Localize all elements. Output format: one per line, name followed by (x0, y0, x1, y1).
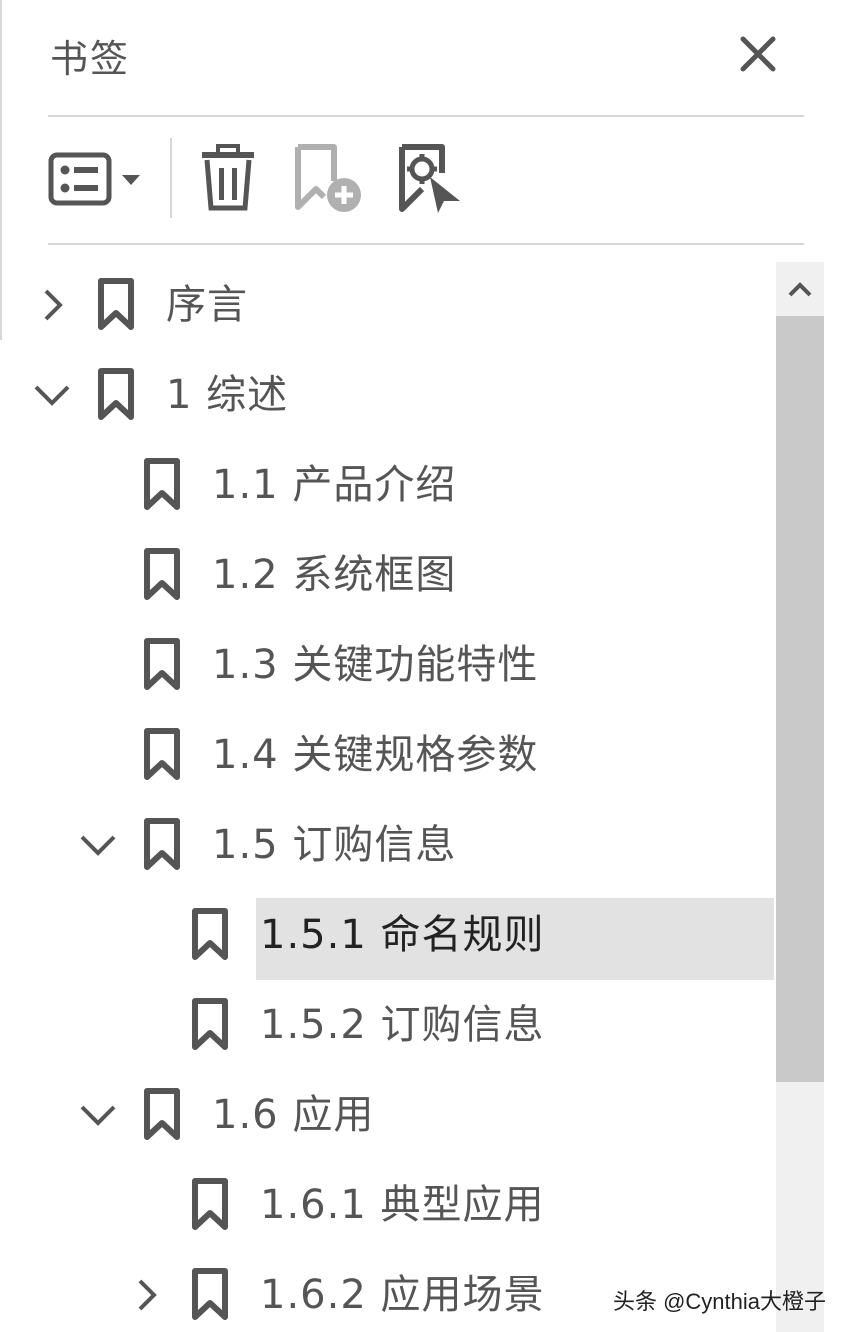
chevron-down-icon (80, 835, 116, 856)
expand-toggle[interactable] (32, 282, 72, 328)
header-divider (48, 115, 804, 117)
expand-toggle[interactable] (78, 822, 118, 868)
bookmark-label: 1 综述 (166, 372, 289, 418)
bookmark-item[interactable]: 1.4 关键规格参数 (0, 710, 776, 800)
close-button[interactable] (732, 30, 784, 78)
trash-icon (202, 144, 254, 211)
scroll-up-button[interactable] (776, 262, 824, 316)
expand-toggle[interactable] (32, 372, 72, 418)
bookmark-label: 1.3 关键功能特性 (212, 642, 539, 688)
toolbar-separator (170, 138, 172, 218)
bookmark-icon (98, 368, 134, 420)
bookmark-icon (144, 728, 180, 780)
bookmark-icon (144, 458, 180, 510)
bookmark-item[interactable]: 1.2 系统框图 (0, 530, 776, 620)
bookmark-item[interactable]: 1.6 应用 (0, 1070, 776, 1160)
scroll-thumb[interactable] (776, 316, 824, 1082)
delete-bookmark-button[interactable] (196, 143, 260, 213)
add-bookmark-icon (295, 144, 361, 212)
bookmark-item[interactable]: 1.5.2 订购信息 (0, 980, 776, 1070)
locate-bookmark-button[interactable] (396, 143, 466, 215)
bookmark-icon (192, 908, 228, 960)
bookmark-label: 1.6.1 典型应用 (260, 1182, 545, 1228)
bookmark-tree: 序言 1 综述 1.1 产品介绍 1.2 系统框图 1.3 关键功能特性 1.4… (0, 260, 776, 1332)
bookmark-item[interactable]: 1.6.1 典型应用 (0, 1160, 776, 1250)
chevron-right-icon (138, 1279, 157, 1311)
options-button[interactable] (46, 148, 146, 210)
bookmark-item[interactable]: 序言 (0, 260, 776, 350)
close-icon (740, 36, 776, 72)
bookmark-item[interactable]: 1 综述 (0, 350, 776, 440)
bookmark-icon (144, 1088, 180, 1140)
bookmark-label: 1.5.1 命名规则 (260, 912, 545, 958)
bookmark-label: 1.4 关键规格参数 (212, 732, 539, 778)
toolbar-divider (48, 243, 804, 245)
bookmark-label: 1.5 订购信息 (212, 822, 457, 868)
bookmark-label: 1.1 产品介绍 (212, 462, 457, 508)
panel-title: 书签 (50, 37, 131, 81)
bookmark-item[interactable]: 1.3 关键功能特性 (0, 620, 776, 710)
bookmark-icon (144, 548, 180, 600)
bookmark-label: 1.6 应用 (212, 1092, 375, 1138)
vertical-scrollbar[interactable] (776, 262, 824, 1332)
bookmarks-panel: 书签 序言 1 综述 1.1 产品介绍 1.2 系统框图 1.3 关键功能特性 … (0, 0, 846, 1332)
chevron-up-icon (788, 282, 812, 297)
chevron-right-icon (44, 289, 63, 321)
bookmark-icon (192, 1178, 228, 1230)
list-options-icon (48, 152, 140, 206)
bookmark-icon (144, 818, 180, 870)
bookmark-label: 1.5.2 订购信息 (260, 1002, 545, 1048)
bookmark-label: 1.2 系统框图 (212, 552, 457, 598)
chevron-down-icon (80, 1105, 116, 1126)
bookmark-item[interactable]: 1.1 产品介绍 (0, 440, 776, 530)
expand-toggle[interactable] (126, 1272, 166, 1318)
chevron-down-icon (34, 385, 70, 406)
bookmark-icon (192, 1268, 228, 1320)
bookmark-icon (144, 638, 180, 690)
bookmark-label: 序言 (166, 282, 248, 328)
bookmark-label: 1.6.2 应用场景 (260, 1272, 545, 1318)
bookmark-icon (192, 998, 228, 1050)
bookmark-item[interactable]: 1.5 订购信息 (0, 800, 776, 890)
locate-bookmark-icon (399, 144, 460, 213)
bookmark-icon (98, 278, 134, 330)
watermark: 头条 @Cynthia大橙子 (612, 1289, 826, 1314)
bookmark-item-selected[interactable]: 1.5.1 命名规则 (0, 890, 776, 980)
expand-toggle[interactable] (78, 1092, 118, 1138)
add-bookmark-button[interactable] (292, 143, 364, 215)
